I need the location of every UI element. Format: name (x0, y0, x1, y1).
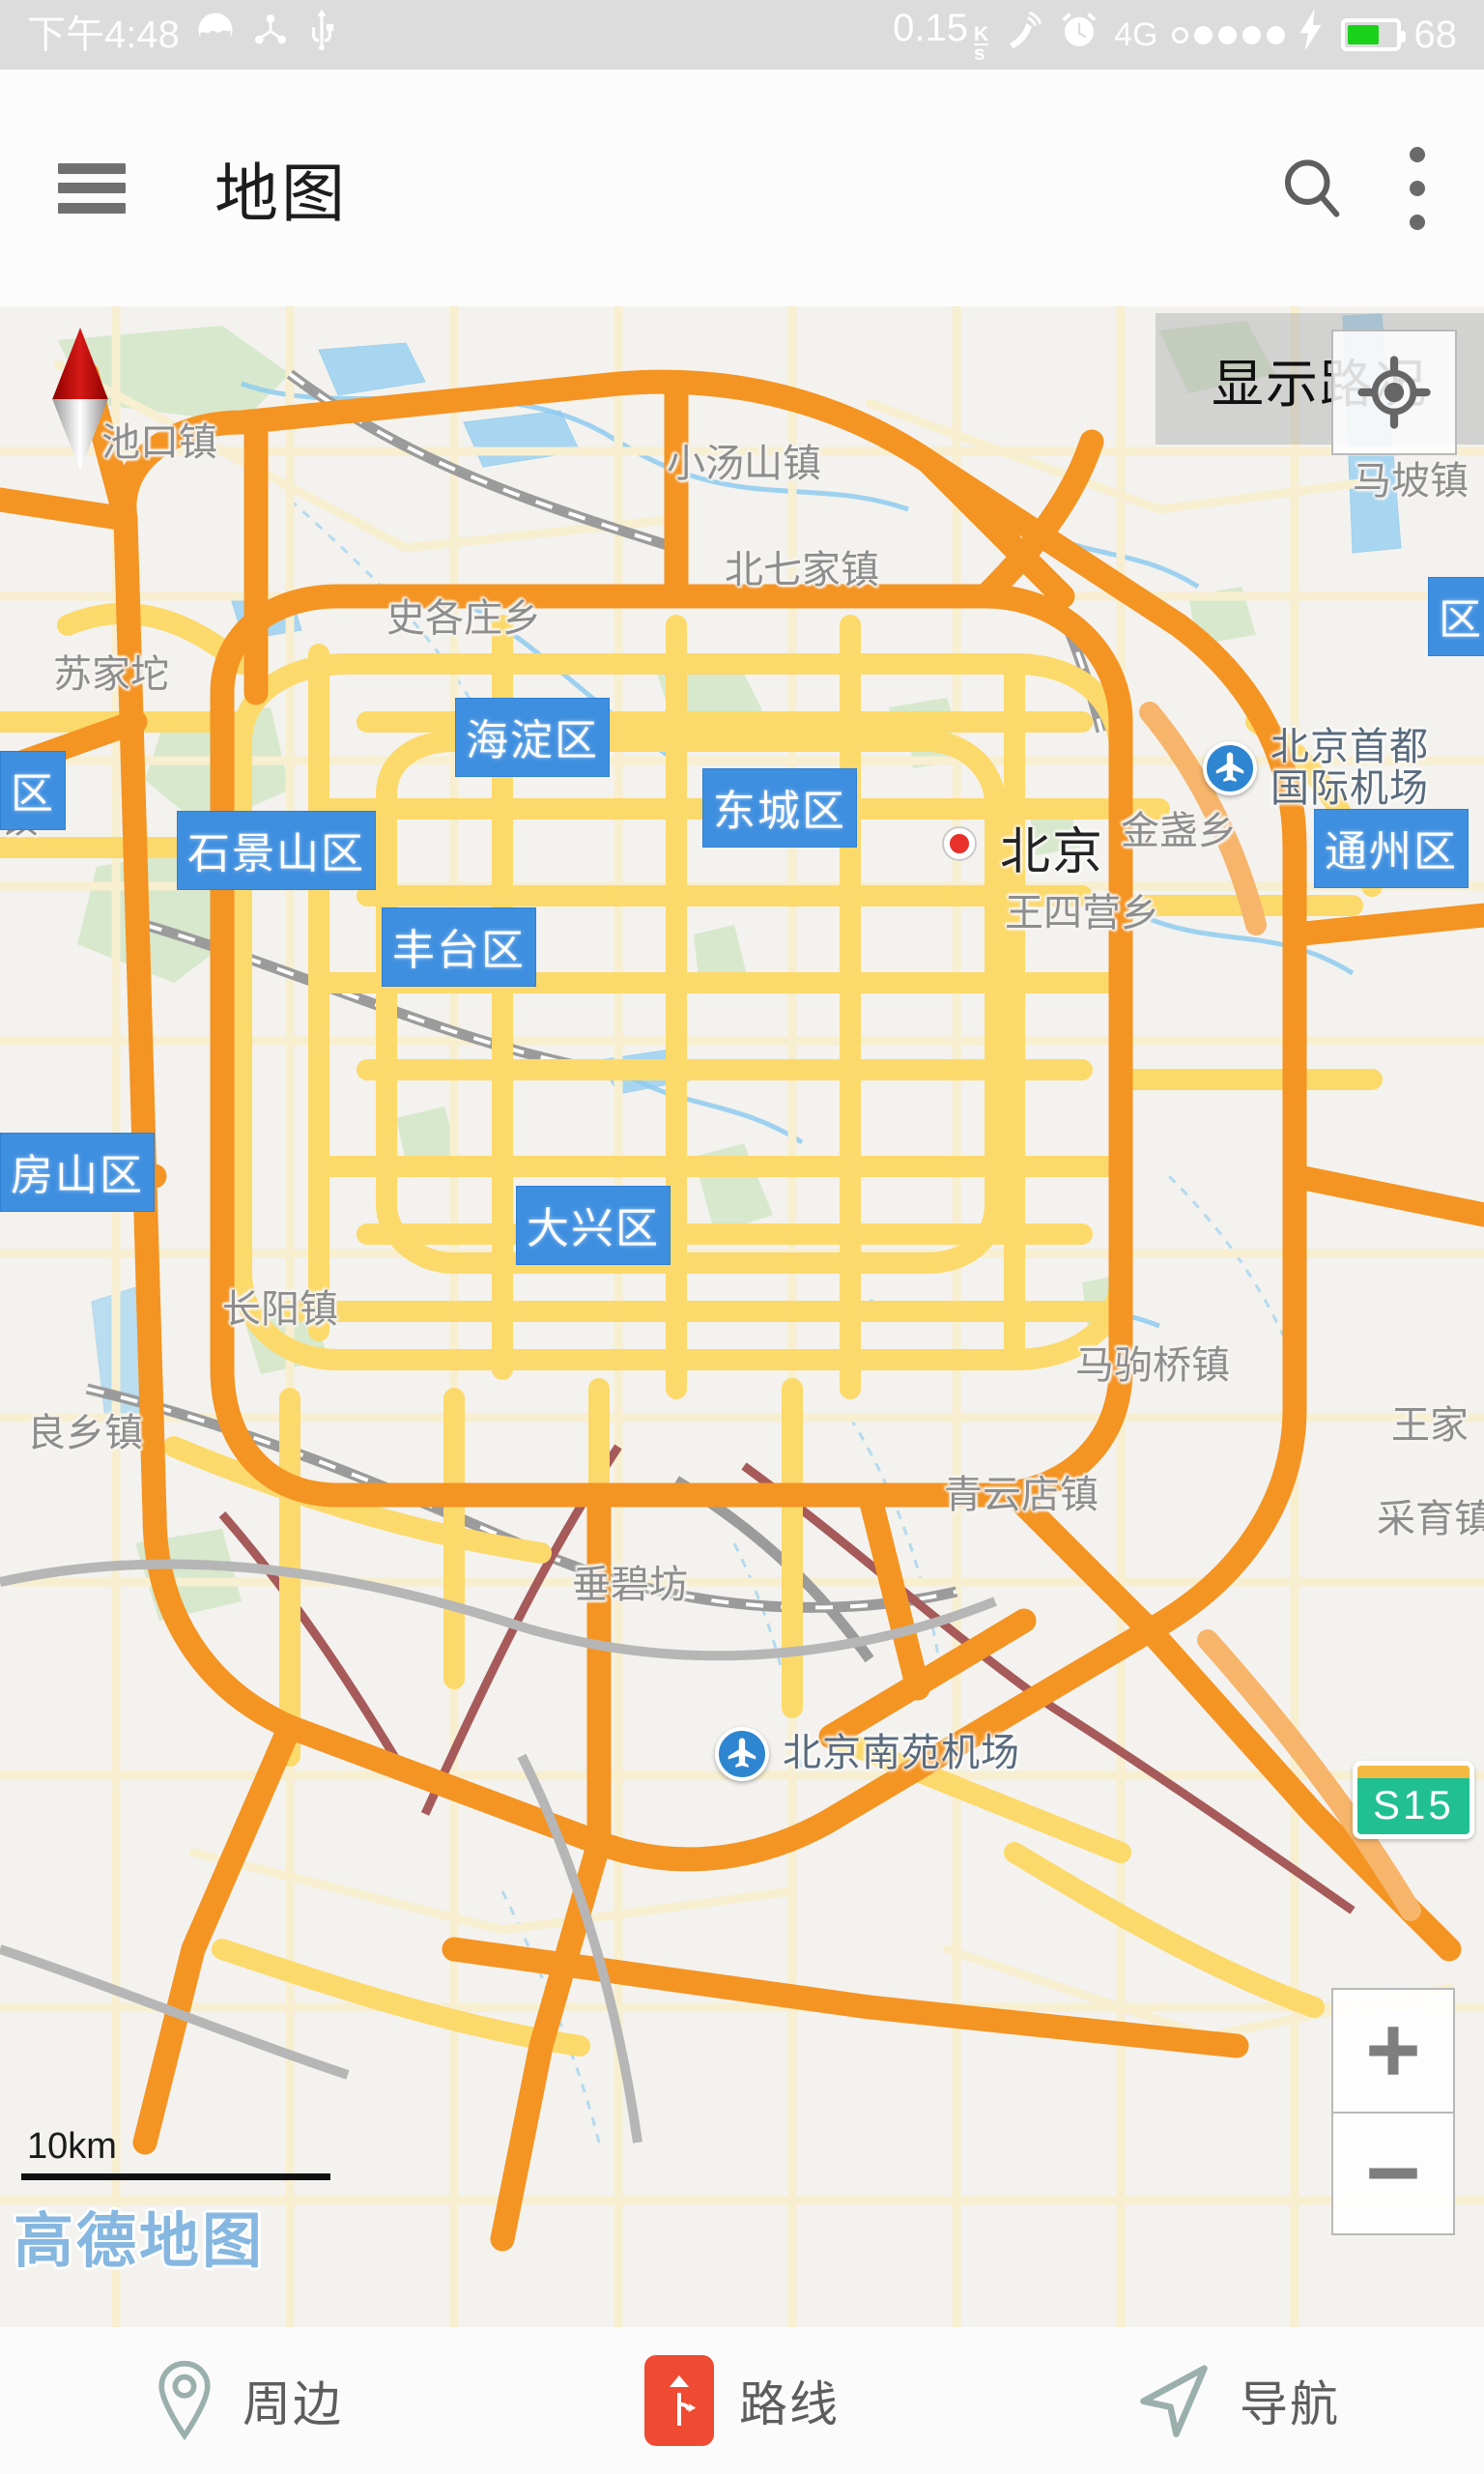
alarm-icon (1058, 9, 1100, 61)
map-pin-icon (152, 2359, 217, 2442)
status-bar-left: 下午4:48 (27, 9, 338, 61)
map-brand-logo: 高德地图 (14, 2208, 266, 2275)
my-location-icon[interactable] (1331, 330, 1457, 455)
bandwidth-unit-top: K (973, 23, 989, 46)
nav-item-navigation[interactable]: 导航 (989, 2359, 1484, 2442)
nav-label-route: 路线 (739, 2377, 840, 2431)
city-marker-dot[interactable] (944, 828, 975, 859)
bandwidth-indicator: 0.15 K s (893, 7, 989, 64)
page-title: 地图 (214, 157, 348, 229)
navigation-arrow-icon (1133, 2359, 1214, 2442)
map-scale-bar: 10km (21, 2126, 330, 2180)
map-scale-label: 10km (27, 2126, 117, 2167)
map-scale-line (21, 2173, 330, 2180)
battery-icon (1340, 18, 1406, 51)
weather-icon (195, 10, 236, 60)
network-type: 4G (1114, 16, 1158, 53)
vpn-icon (1002, 10, 1044, 60)
bandwidth-unit-bottom: s (973, 43, 989, 64)
share-icon (251, 10, 290, 60)
charging-bolt-icon (1298, 9, 1327, 61)
compass-needle-icon (50, 328, 110, 471)
highway-shield-label: S15 (1373, 1782, 1454, 1827)
map-canvas (0, 306, 1484, 2327)
zoom-out-button[interactable] (1331, 2112, 1455, 2235)
map-view[interactable]: 显示路况 10km 高德地图 池口镇 小汤山镇 马坡镇 北七家镇 史各庄乡 苏家坨镇金盏乡… (0, 306, 1484, 2327)
app-bar: 地图 (0, 70, 1484, 306)
bandwidth-value: 0.15 (893, 7, 968, 50)
nav-item-nearby[interactable]: 周边 (0, 2359, 495, 2442)
overflow-menu-icon[interactable] (1409, 146, 1426, 230)
nav-label-nearby: 周边 (243, 2377, 343, 2431)
battery-percent: 68 (1413, 14, 1458, 56)
nav-label-navigation: 导航 (1240, 2377, 1340, 2431)
zoom-in-button[interactable] (1331, 1988, 1455, 2112)
bottom-navigation-bar: 周边 路线 导航 (0, 2327, 1484, 2474)
app-bar-actions (1275, 146, 1426, 230)
hamburger-menu-icon[interactable] (58, 162, 126, 214)
signal-strength-icon (1171, 25, 1285, 44)
status-bar: 下午4:48 0.15 K s 4G 68 (0, 0, 1484, 70)
search-icon[interactable] (1275, 152, 1349, 225)
highway-shield: S15 (1353, 1761, 1474, 1839)
status-bar-right: 0.15 K s 4G 68 (893, 7, 1458, 64)
nav-item-route[interactable]: 路线 (495, 2355, 989, 2446)
status-time: 下午4:48 (27, 14, 180, 56)
usb-icon (305, 9, 338, 61)
route-icon (644, 2355, 714, 2446)
